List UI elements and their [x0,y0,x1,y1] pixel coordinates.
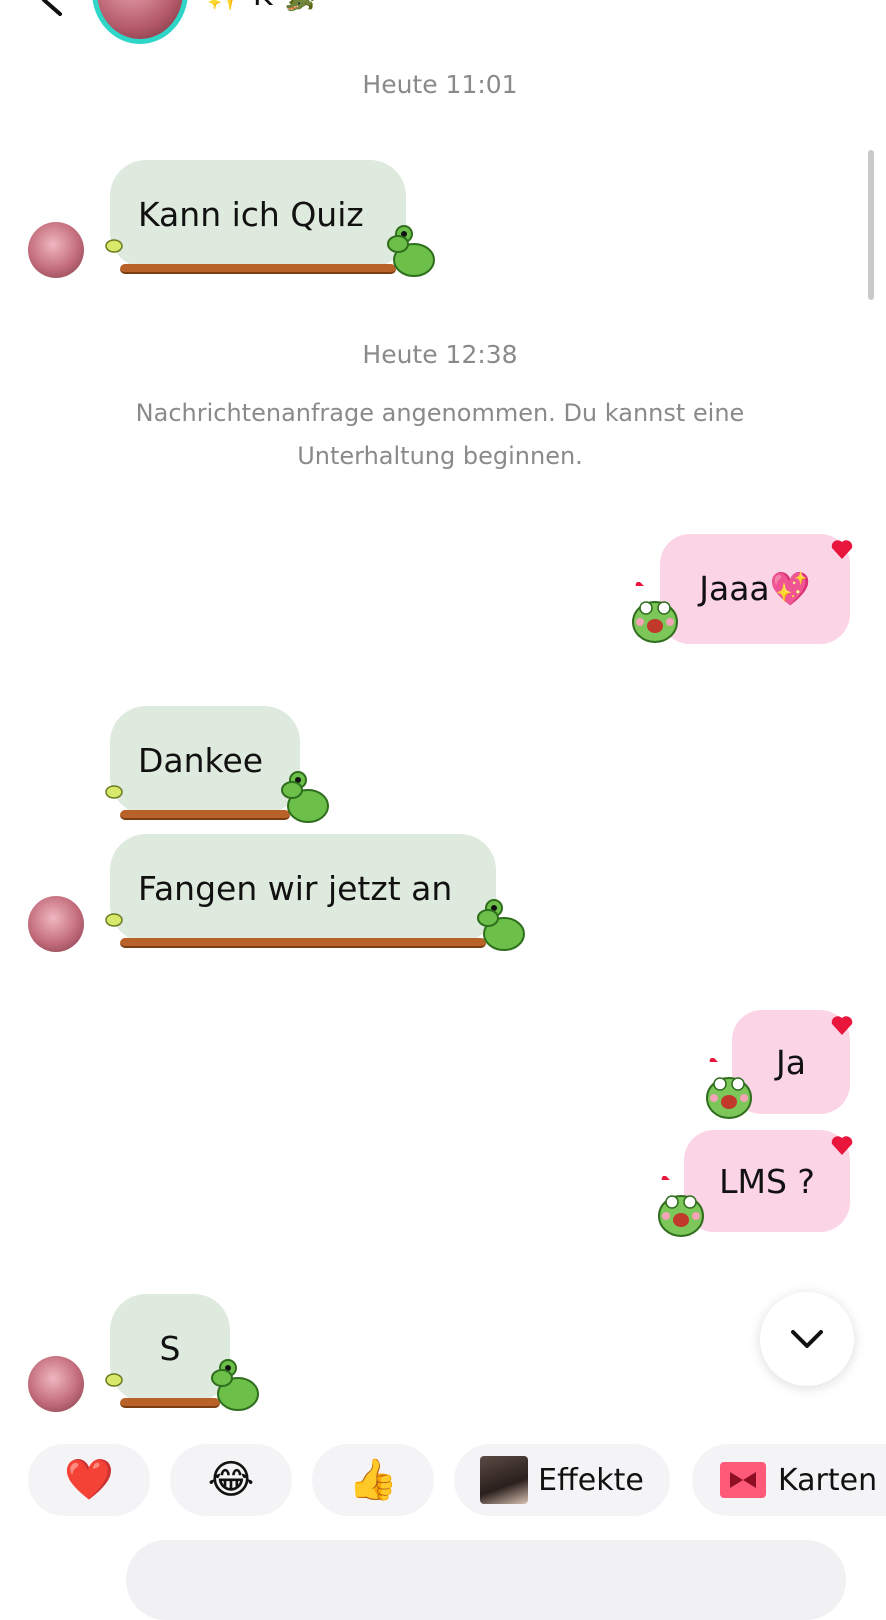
outgoing-message[interactable]: LMS ? [652,1126,858,1246]
frog-tongue-decoration [120,938,486,948]
message-text: LMS ? [719,1161,815,1201]
outgoing-message[interactable]: Ja [700,1006,858,1126]
incoming-message[interactable]: Dankee [105,706,340,826]
quick-reaction-laugh[interactable]: 😂 [170,1444,292,1516]
sender-avatar[interactable] [28,222,84,278]
fly-icon [105,239,123,253]
incoming-message[interactable]: Fangen wir jetzt an [105,834,530,956]
message-text: Dankee [138,740,264,780]
sender-avatar[interactable] [28,896,84,952]
frog-tongue-decoration [120,1398,220,1408]
heart-reaction-icon [831,540,853,559]
frog-sticker-icon [477,899,525,951]
chevron-down-icon [791,1330,823,1348]
heart-reaction-icon [831,1136,853,1155]
message-text: Fangen wir jetzt an [138,868,453,908]
timestamp: Heute 12:38 [362,340,518,369]
message-composer-input[interactable] [126,1540,846,1620]
laughing-emoji-icon: 😂 [207,1457,255,1503]
incoming-message[interactable]: S [105,1294,270,1416]
heart-emoji-icon: ❤️ [64,1457,114,1503]
fly-icon [105,1373,123,1387]
frog-tongue-decoration [120,264,396,274]
gift-card-icon [720,1462,766,1498]
message-text: Jaaa💖 [699,569,811,608]
back-chevron-icon[interactable] [34,0,68,20]
message-text: Ja [776,1042,806,1082]
scroll-to-bottom-button[interactable] [760,1292,854,1386]
outgoing-message[interactable]: Jaaa💖 [628,530,858,660]
quick-reaction-thumbs-up[interactable]: 👍 [312,1444,434,1516]
sender-avatar[interactable] [28,1356,84,1412]
frog-sticker-icon [281,771,329,823]
message-text: Kann ich Quiz [138,194,364,234]
more-options-icon[interactable] [792,0,842,10]
kissing-frog-sticker-icon [632,582,678,643]
fly-icon [105,913,123,927]
system-message: Nachrichtenanfrage angenommen. Du kannst… [100,392,780,478]
message-text: S [159,1328,181,1368]
heart-reaction-icon [831,1016,853,1035]
header-avatar[interactable] [92,0,188,44]
header-contact-name[interactable]: ✨ K 🐊 [206,0,319,13]
kissing-frog-sticker-icon [706,1058,752,1119]
effects-label: Effekte [538,1462,644,1498]
quick-reaction-heart[interactable]: ❤️ [28,1444,150,1516]
timestamp: Heute 11:01 [362,70,518,99]
frog-tongue-decoration [120,810,290,820]
thumbs-up-emoji-icon: 👍 [348,1457,398,1503]
effects-button[interactable]: Effekte [454,1444,670,1516]
system-message-line: Nachrichtenanfrage angenommen. Du kannst… [135,399,745,427]
frog-sticker-icon [387,225,435,277]
effects-thumbnail-icon [480,1456,529,1504]
frog-sticker-icon [211,1359,259,1411]
kissing-frog-sticker-icon [658,1176,704,1237]
scrollbar[interactable] [868,150,874,300]
incoming-message[interactable]: Kann ich Quiz [105,160,440,280]
cards-button[interactable]: Karten [692,1444,886,1516]
cards-label: Karten [778,1462,878,1498]
fly-icon [105,785,123,799]
system-message-line: Unterhaltung beginnen. [297,442,583,470]
